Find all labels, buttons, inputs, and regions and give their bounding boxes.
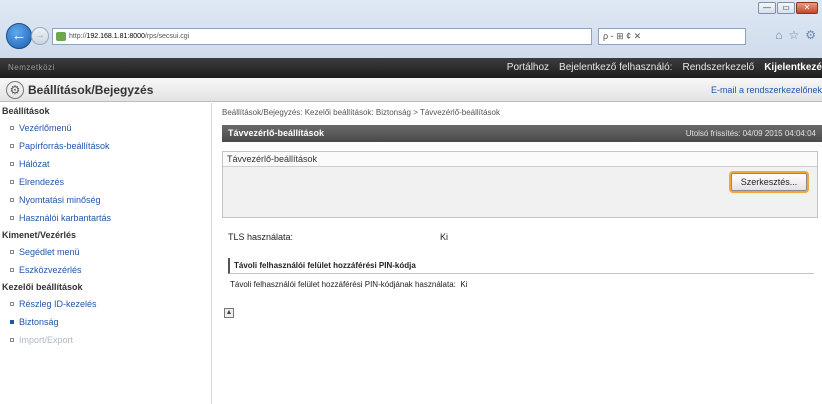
bullet-icon xyxy=(10,162,14,166)
bullet-icon xyxy=(10,216,14,220)
gear-icon: ⚙ xyxy=(6,81,24,99)
close-button[interactable]: ✕ xyxy=(796,2,818,14)
sidebar-item-import-export[interactable]: Import/Export xyxy=(0,331,211,349)
email-admin-link[interactable]: E-mail a rendszerkezelőnek xyxy=(711,85,822,95)
pin-section-heading: Távoli felhasználói felület hozzáférési … xyxy=(228,258,814,274)
settings-box-title: Távvezérlő-beállítások xyxy=(223,152,817,167)
sidebar-item-label: Használói karbantartás xyxy=(19,213,112,223)
logout-link[interactable]: Kijelentkezé xyxy=(764,62,822,73)
window-controls: — ▭ ✕ xyxy=(758,2,818,14)
sidebar-item-paper-source[interactable]: Papírforrás-beállítások xyxy=(0,137,211,155)
sidebar-section-settings[interactable]: Beállítások xyxy=(0,103,211,119)
bullet-icon xyxy=(10,338,14,342)
site-icon xyxy=(56,32,66,41)
logged-in-user-label: Bejelentkező felhasználó: xyxy=(559,62,673,73)
sidebar-item-label: Vezérlőmenü xyxy=(19,123,72,133)
title-bar: ⚙ Beállítások/Bejegyzés E-mail a rendsze… xyxy=(0,78,822,102)
bullet-icon xyxy=(10,320,14,324)
sidebar-item-label: Papírforrás-beállítások xyxy=(19,141,110,151)
bullet-icon xyxy=(10,250,14,254)
page-top-icon[interactable]: ▲ xyxy=(224,308,234,318)
tls-value: Ki xyxy=(440,232,449,242)
back-arrow-icon[interactable]: ← xyxy=(6,23,32,49)
last-updated: Utolsó frissítés: 04/09 2015 04:04:04 xyxy=(685,129,816,138)
bullet-icon xyxy=(10,302,14,306)
sidebar-item-utility-menu[interactable]: Segédlet menü xyxy=(0,243,211,261)
url-prefix: http:// xyxy=(69,33,87,40)
bullet-icon xyxy=(10,198,14,202)
sidebar-item-label: Hálózat xyxy=(19,159,50,169)
sidebar-item-maintenance[interactable]: Használói karbantartás xyxy=(0,209,211,227)
sidebar-section-management[interactable]: Kezelői beállítások xyxy=(0,279,211,295)
maximize-button[interactable]: ▭ xyxy=(777,2,795,14)
top-bar: Nemzetközi Portálhoz Bejelentkező felhas… xyxy=(0,58,822,78)
sidebar-item-label: Részleg ID-kezelés xyxy=(19,299,97,309)
sidebar-item-security[interactable]: Biztonság xyxy=(0,313,211,331)
brand-logo: Nemzetközi xyxy=(8,63,55,72)
user-name: Rendszerkezelő xyxy=(682,62,755,73)
sidebar-item-label: Nyomtatási minőség xyxy=(19,195,101,205)
panel-title: Távvezérlő-beállítások xyxy=(228,128,325,138)
tls-label: TLS használata: xyxy=(228,232,294,242)
sidebar: Beállítások Vezérlőmenü Papírforrás-beál… xyxy=(0,103,212,404)
minimize-button[interactable]: — xyxy=(758,2,776,14)
bullet-icon xyxy=(10,126,14,130)
sidebar-item-network[interactable]: Hálózat xyxy=(0,155,211,173)
sidebar-item-control-menu[interactable]: Vezérlőmenü xyxy=(0,119,211,137)
sidebar-item-print-quality[interactable]: Nyomtatási minőség xyxy=(0,191,211,209)
portal-link[interactable]: Portálhoz xyxy=(507,62,549,73)
bullet-icon xyxy=(10,268,14,272)
sidebar-item-label: Biztonság xyxy=(19,317,59,327)
sidebar-item-label: Import/Export xyxy=(19,335,74,345)
sidebar-item-label: Elrendezés xyxy=(19,177,65,187)
forward-arrow-icon[interactable]: → xyxy=(31,27,49,45)
sidebar-item-label: Segédlet menü xyxy=(19,247,80,257)
page-title: Beállítások/Bejegyzés xyxy=(28,83,154,97)
address-bar[interactable]: http://192.168.1.81:8000/rps/secsui.cgi xyxy=(52,28,592,45)
breadcrumb: Beállítások/Bejegyzés: Kezelői beállítás… xyxy=(222,108,501,117)
pin-usage-value: Ki xyxy=(460,280,468,289)
tools-icon[interactable]: ⚙ xyxy=(805,28,816,42)
pin-usage-row: Távoli felhasználói felület hozzáférési … xyxy=(230,280,467,289)
home-icon[interactable]: ⌂ xyxy=(775,28,782,42)
browser-toolbar: ⌂ ☆ ⚙ xyxy=(775,28,816,42)
favorites-icon[interactable]: ☆ xyxy=(788,28,799,42)
settings-box: Távvezérlő-beállítások Szerkesztés... xyxy=(222,151,818,218)
pin-usage-label: Távoli felhasználói felület hozzáférési … xyxy=(230,280,456,289)
url-path: /rps/secsui.cgi xyxy=(144,33,190,40)
address-actions[interactable]: ρ - ⊞ ¢ ✕ xyxy=(598,28,746,45)
edit-button[interactable]: Szerkesztés... xyxy=(731,173,807,191)
top-nav: Portálhoz Bejelentkező felhasználó: Rend… xyxy=(507,62,822,73)
browser-chrome: — ▭ ✕ ← → http://192.168.1.81:8000/rps/s… xyxy=(0,0,822,58)
url-host: 192.168.1.81:8000 xyxy=(86,33,145,40)
panel-header: Távvezérlő-beállítások Utolsó frissítés:… xyxy=(222,125,822,142)
sidebar-item-layout[interactable]: Elrendezés xyxy=(0,173,211,191)
bullet-icon xyxy=(10,144,14,148)
bullet-icon xyxy=(10,180,14,184)
sidebar-item-device-control[interactable]: Eszközvezérlés xyxy=(0,261,211,279)
sidebar-section-output[interactable]: Kimenet/Vezérlés xyxy=(0,227,211,243)
sidebar-item-label: Eszközvezérlés xyxy=(19,265,82,275)
sidebar-item-department-id[interactable]: Részleg ID-kezelés xyxy=(0,295,211,313)
